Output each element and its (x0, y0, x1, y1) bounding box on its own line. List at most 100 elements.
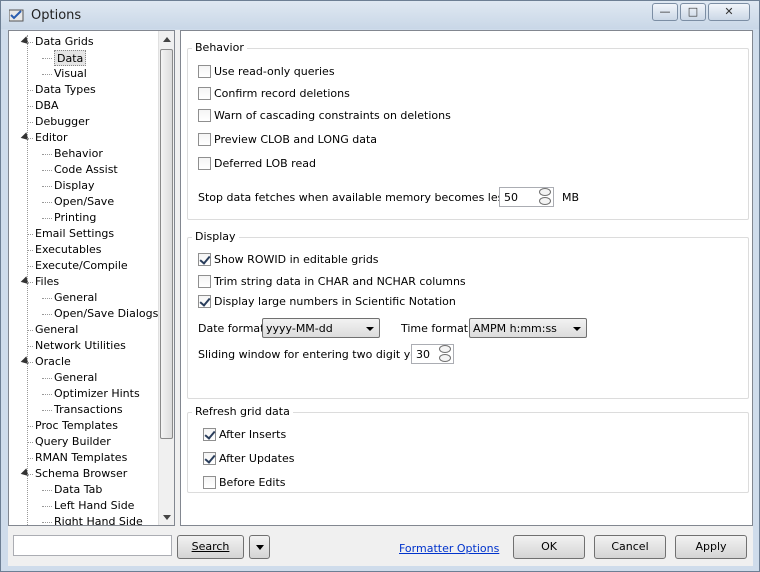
search-options-button[interactable] (249, 535, 270, 559)
tree-item[interactable]: Optimizer Hints (54, 386, 140, 402)
checkbox-box[interactable] (198, 157, 211, 170)
title-bar: Options — □ ✕ (1, 1, 759, 29)
close-button[interactable]: ✕ (708, 3, 750, 21)
tree-item[interactable]: Behavior (54, 146, 103, 162)
tree-item[interactable]: Right Hand Side (54, 514, 143, 525)
checkbox-box[interactable] (198, 65, 211, 78)
tree-item[interactable]: Executables (35, 242, 102, 258)
tree-connector (27, 35, 28, 525)
date-format-select[interactable]: yyyy-MM-dd (262, 318, 380, 338)
options-app-icon (9, 9, 24, 22)
sliding-window-label: Sliding window for entering two digit ye… (198, 348, 434, 361)
tree-connector (42, 58, 52, 59)
tree-items: Data Grids Data Visual Data Types DBA Debugge… (9, 31, 159, 525)
tree-item[interactable]: Schema Browser (20, 466, 127, 482)
tree-item[interactable]: DBA (35, 98, 59, 114)
tree-connector (42, 202, 52, 203)
apply-button[interactable]: Apply (675, 535, 747, 559)
tree-scrollbar[interactable] (158, 31, 174, 525)
tree-item[interactable]: Network Utilities (35, 338, 126, 354)
display-group-title: Display (192, 230, 239, 243)
formatter-options-link[interactable]: Formatter Options (399, 542, 499, 555)
date-format-label: Date format: (198, 322, 269, 335)
minimize-button[interactable]: — (652, 3, 678, 21)
tree-item[interactable]: Debugger (35, 114, 89, 130)
behavior-group: Behavior Use read-only queries Confirm r… (187, 41, 749, 220)
scrollbar-thumb[interactable] (160, 49, 173, 439)
display-group: Display Show ROWID in editable grids Tri… (187, 230, 749, 399)
scroll-down-arrow-icon[interactable] (163, 515, 171, 520)
tree-connector (42, 186, 52, 187)
tree-item[interactable]: General (35, 322, 78, 338)
stop-fetch-unit: MB (562, 191, 580, 204)
tree-connector (42, 522, 52, 523)
checkbox-box[interactable] (198, 109, 211, 122)
tree-item[interactable]: Transactions (54, 402, 123, 418)
checkbox-box[interactable] (203, 452, 216, 465)
dialog-content: Data Grids Data Visual Data Types DBA Debugge… (8, 30, 753, 566)
chevron-down-icon[interactable] (366, 327, 374, 331)
tree-item[interactable]: Open/Save (54, 194, 114, 210)
spin-down-icon[interactable] (539, 197, 551, 205)
time-format-label: Time format: (401, 322, 472, 335)
cancel-button[interactable]: Cancel (594, 535, 666, 559)
tree-item[interactable]: Data (54, 50, 87, 66)
maximize-button[interactable]: □ (680, 3, 706, 21)
refresh-group-title: Refresh grid data (192, 405, 293, 418)
checkbox-box[interactable] (198, 133, 211, 146)
tree-item[interactable]: Query Builder (35, 434, 111, 450)
tree-connector (42, 410, 52, 411)
tree-item[interactable]: Files (20, 274, 59, 290)
tree-item[interactable]: Proc Templates (35, 418, 118, 434)
tree-item[interactable]: Data Tab (54, 482, 102, 498)
tree-connector (42, 490, 52, 491)
spin-up-icon[interactable] (539, 188, 551, 196)
ok-button[interactable]: OK (513, 535, 585, 559)
window-title: Options (31, 8, 82, 23)
tree-item[interactable]: Email Settings (35, 226, 114, 242)
options-window: Options — □ ✕ Data Grids Data Visual Data T… (0, 0, 760, 572)
spin-down-icon[interactable] (439, 354, 451, 362)
tree-item[interactable]: Oracle (20, 354, 71, 370)
tree-item[interactable]: Open/Save Dialogs (54, 306, 158, 322)
checkbox-box[interactable] (198, 295, 211, 308)
tree-item[interactable]: Data Types (35, 82, 96, 98)
search-button[interactable]: Search (177, 535, 244, 559)
chevron-down-icon[interactable] (573, 327, 581, 331)
checkbox-box[interactable] (198, 275, 211, 288)
tree-connector (42, 298, 52, 299)
tree-item[interactable]: Printing (54, 210, 96, 226)
tree-connector (42, 218, 52, 219)
tree-connector (42, 74, 52, 75)
tree-item[interactable]: Editor (20, 130, 68, 146)
tree-item[interactable]: Code Assist (54, 162, 118, 178)
tree-connector (42, 314, 52, 315)
spin-up-icon[interactable] (439, 345, 451, 353)
stop-fetch-spinner[interactable]: 50 (499, 187, 554, 207)
refresh-group: Refresh grid data After Inserts After Up… (187, 405, 749, 493)
tree-item[interactable]: Data Grids (20, 34, 94, 50)
tree-item[interactable]: Display (54, 178, 95, 194)
sliding-window-spinner[interactable]: 30 (411, 344, 454, 364)
tree-connector (42, 378, 52, 379)
settings-panel: Behavior Use read-only queries Confirm r… (180, 30, 753, 526)
tree-item[interactable]: General (54, 370, 97, 386)
scroll-up-arrow-icon[interactable] (163, 37, 171, 42)
tree-item[interactable]: Visual (54, 66, 87, 82)
tree-connector (42, 170, 52, 171)
tree-item[interactable]: General (54, 290, 97, 306)
search-input[interactable] (13, 535, 172, 556)
tree-connector (42, 506, 52, 507)
tree-item[interactable]: Execute/Compile (35, 258, 128, 274)
stop-fetch-label: Stop data fetches when available memory … (198, 191, 538, 204)
checkbox-box[interactable] (203, 476, 216, 489)
options-tree: Data Grids Data Visual Data Types DBA Debugge… (8, 30, 175, 526)
behavior-group-title: Behavior (192, 41, 247, 54)
tree-item[interactable]: Left Hand Side (54, 498, 134, 514)
checkbox-box[interactable] (198, 253, 211, 266)
tree-item[interactable]: RMAN Templates (35, 450, 127, 466)
checkbox-box[interactable] (198, 87, 211, 100)
checkbox-box[interactable] (203, 428, 216, 441)
time-format-select[interactable]: AMPM h:mm:ss (469, 318, 587, 338)
chevron-down-icon (255, 545, 264, 550)
